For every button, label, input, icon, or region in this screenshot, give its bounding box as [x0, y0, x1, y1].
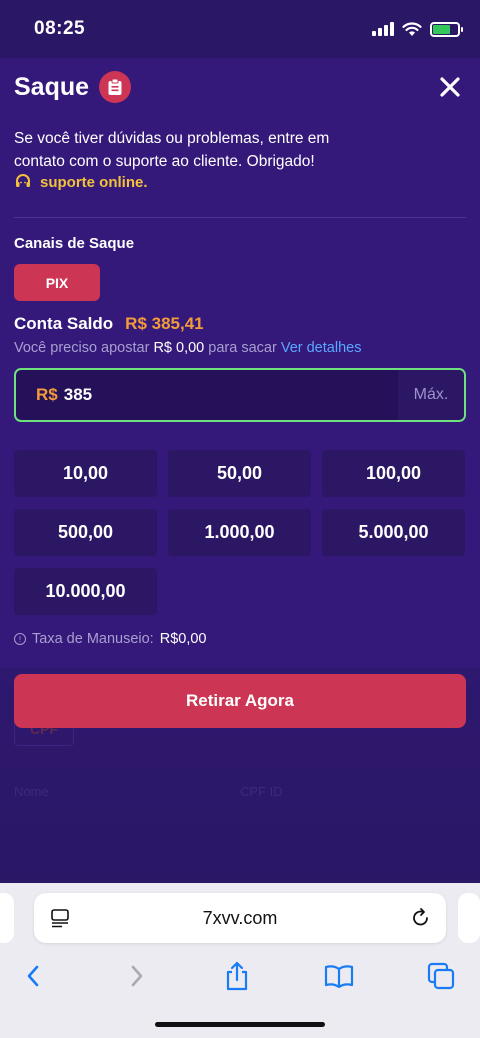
- support-online-link[interactable]: suporte online.: [14, 173, 466, 191]
- forward-button[interactable]: [122, 961, 152, 991]
- preset-amount-button[interactable]: 1.000,00: [168, 509, 311, 556]
- share-icon: [226, 961, 248, 991]
- amount-input[interactable]: R$ 385 Máx.: [14, 368, 466, 422]
- bet-requirement: Você preciso apostar R$ 0,00 para sacar …: [14, 340, 466, 356]
- previous-tab-pill[interactable]: [0, 893, 14, 943]
- wifi-icon: [402, 21, 422, 36]
- balance-row: Conta Saldo R$ 385,41: [14, 314, 466, 334]
- preset-amount-button[interactable]: 10.000,00: [14, 568, 157, 615]
- chevron-left-icon: [27, 965, 39, 987]
- bet-amount: R$ 0,00: [153, 340, 205, 356]
- close-icon: [440, 77, 460, 97]
- status-icons: [372, 21, 463, 37]
- balance-value: R$ 385,41: [125, 314, 204, 333]
- bet-prefix: Você preciso apostar: [14, 340, 150, 356]
- amount-value[interactable]: 385: [58, 370, 398, 420]
- bookmarks-button[interactable]: [324, 961, 354, 991]
- fee-value: R$0,00: [159, 631, 207, 647]
- support-notice: Se você tiver dúvidas ou problemas, entr…: [14, 130, 330, 170]
- cpf-id-label: CPF ID: [240, 784, 283, 799]
- close-button[interactable]: [434, 71, 466, 103]
- browser-toolbar: 7xvv.com: [0, 883, 480, 1038]
- info-icon: !: [14, 633, 26, 645]
- channels-label: Canais de Saque: [14, 235, 135, 252]
- book-icon: [324, 965, 354, 988]
- share-button[interactable]: [222, 961, 252, 991]
- name-label: Nome: [14, 784, 49, 799]
- reader-icon[interactable]: [50, 908, 70, 928]
- cellular-signal-icon: [372, 22, 394, 36]
- reload-icon[interactable]: [410, 907, 432, 929]
- max-button[interactable]: Máx.: [398, 370, 464, 420]
- preset-amount-button[interactable]: 100,00: [322, 450, 465, 497]
- clipboard-icon: [99, 71, 132, 103]
- next-tab-pill[interactable]: [458, 893, 480, 943]
- support-link-label: suporte online.: [40, 173, 148, 191]
- url-text: 7xvv.com: [202, 907, 278, 928]
- back-button[interactable]: [18, 961, 48, 991]
- tabs-button[interactable]: [426, 961, 456, 991]
- browser-nav-icons: [0, 961, 480, 995]
- headset-icon: [16, 174, 30, 187]
- withdraw-sheet: Saque Se você tiver dúvidas ou problemas…: [0, 58, 480, 668]
- address-bar[interactable]: 7xvv.com: [34, 893, 446, 943]
- preset-amount-button[interactable]: 5.000,00: [322, 509, 465, 556]
- bet-suffix: para sacar: [208, 340, 277, 356]
- status-time: 08:25: [34, 18, 86, 39]
- amount-currency: R$: [36, 385, 58, 404]
- pix-channel-button[interactable]: PIX: [14, 264, 100, 301]
- home-indicator: [155, 1022, 325, 1027]
- fee-label: Taxa de Manuseio:: [32, 631, 154, 647]
- balance-label: Conta Saldo: [14, 314, 114, 333]
- tabs-icon: [427, 962, 455, 990]
- page-title: Saque: [14, 72, 90, 101]
- preset-amount-button[interactable]: 10,00: [14, 450, 157, 497]
- preset-amount-button[interactable]: 50,00: [168, 450, 311, 497]
- handling-fee: ! Taxa de Manuseio: R$0,00: [14, 631, 466, 647]
- status-bar: 08:25: [0, 0, 480, 58]
- preset-amounts: 10,00 50,00 100,00 500,00 1.000,00 5.000…: [14, 450, 466, 615]
- preset-amount-button[interactable]: 500,00: [14, 509, 157, 556]
- withdraw-now-button[interactable]: Retirar Agora: [14, 674, 466, 728]
- details-link[interactable]: Ver detalhes: [281, 340, 362, 356]
- sheet-header: Saque: [14, 58, 466, 116]
- divider: [14, 217, 466, 218]
- chevron-right-icon: [131, 965, 143, 987]
- battery-icon: [430, 21, 463, 37]
